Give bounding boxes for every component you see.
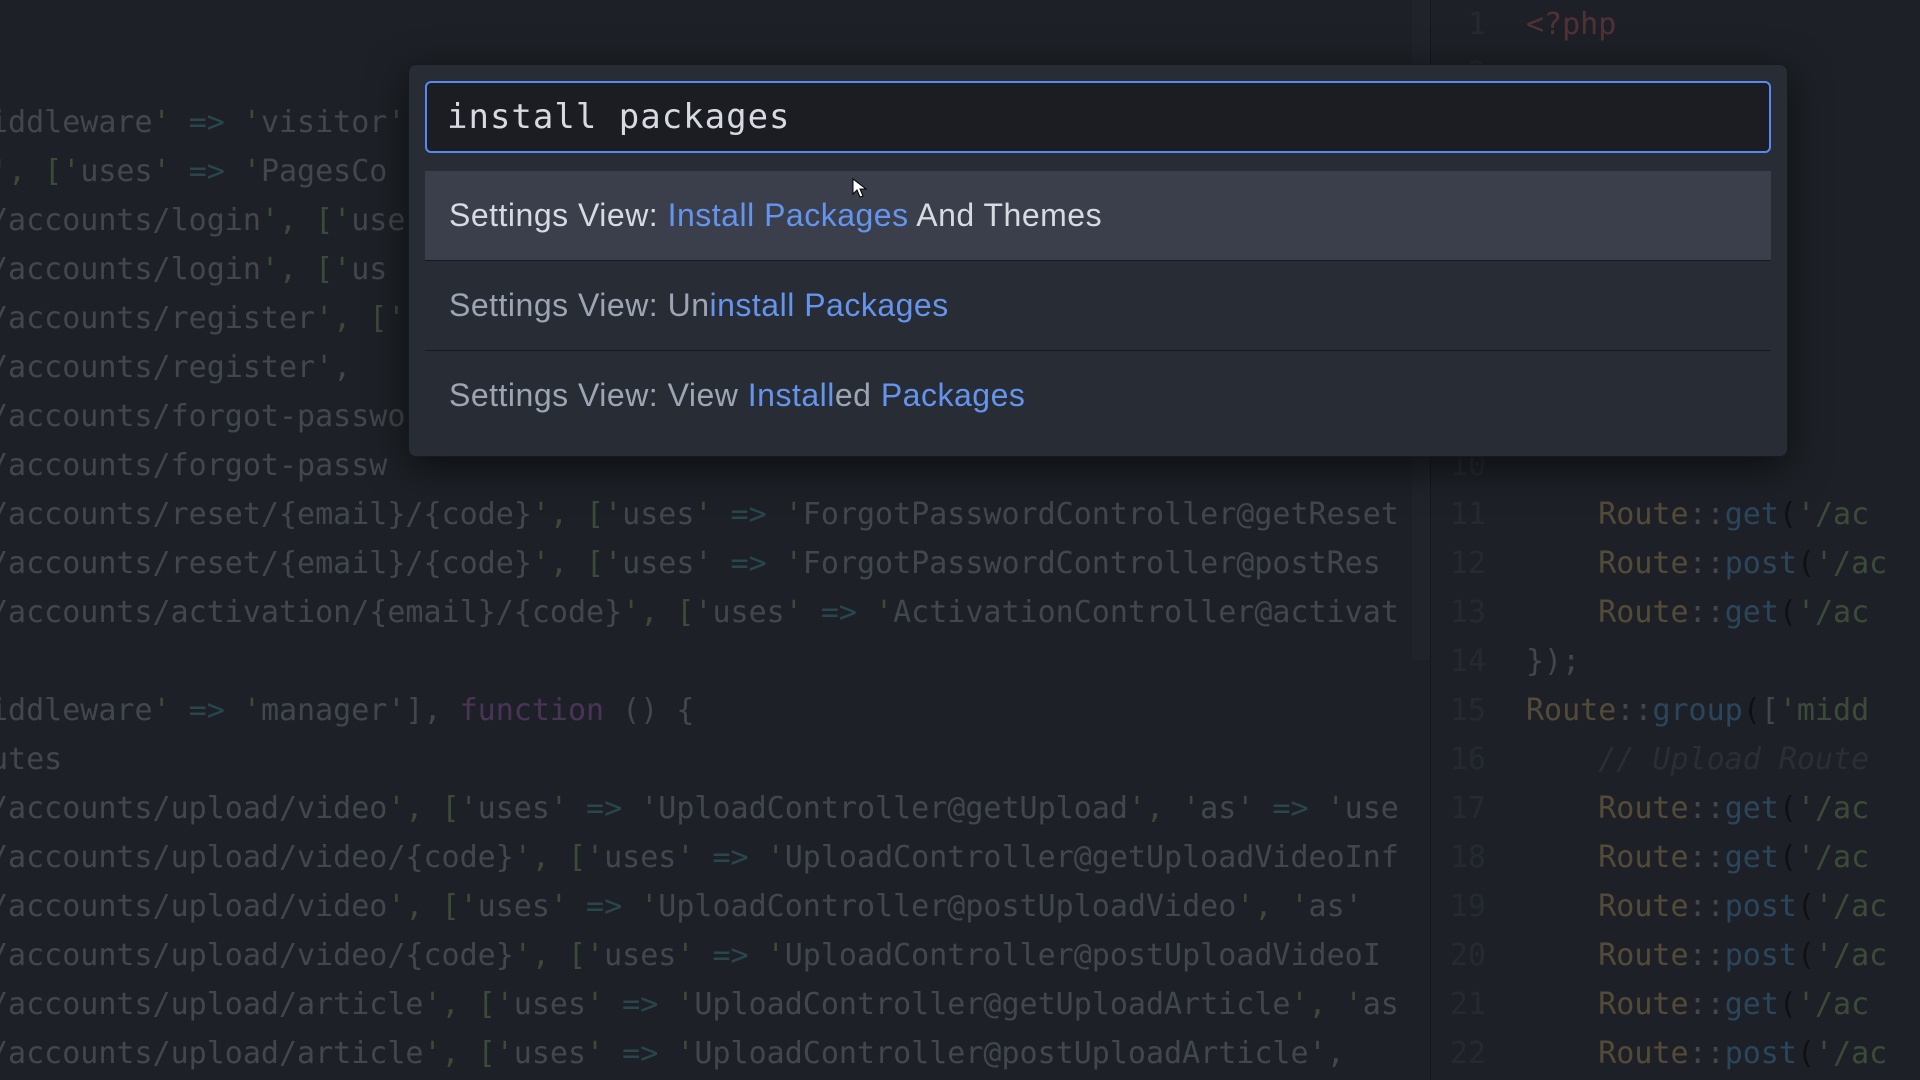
command-prefix: Settings View: bbox=[449, 377, 668, 413]
code-line: // Upload Route bbox=[1526, 735, 1887, 784]
line-number: 1 bbox=[1431, 0, 1486, 49]
line-number: 16 bbox=[1431, 735, 1486, 784]
line-number: 19 bbox=[1431, 882, 1486, 931]
code-line: /accounts/activation/{email}/{code}', ['… bbox=[0, 588, 1399, 637]
command-palette-results: Settings View: Install Packages And Them… bbox=[425, 171, 1771, 440]
code-line: Route::get('/ac bbox=[1526, 784, 1887, 833]
code-line: Route::get('/ac bbox=[1526, 980, 1887, 1029]
code-line: Route::get('/ac bbox=[1526, 490, 1887, 539]
code-line: /accounts/upload/article', ['uses' => 'U… bbox=[0, 980, 1399, 1029]
code-line: /accounts/upload/video', ['uses' => 'Upl… bbox=[0, 882, 1399, 931]
code-line: utes bbox=[0, 735, 1399, 784]
command-palette-item[interactable]: Settings View: View Installed Packages bbox=[425, 351, 1771, 440]
line-number: 17 bbox=[1431, 784, 1486, 833]
line-number: 20 bbox=[1431, 931, 1486, 980]
code-line: /accounts/reset/{email}/{code}', ['uses'… bbox=[0, 539, 1399, 588]
code-line: Route::post('/ac bbox=[1526, 539, 1887, 588]
code-line: Route::post('/ac bbox=[1526, 1029, 1887, 1078]
command-prefix: Settings View: bbox=[449, 287, 668, 323]
code-line: /accounts/upload/video/{code}', ['uses' … bbox=[0, 833, 1399, 882]
line-number: 11 bbox=[1431, 490, 1486, 539]
code-line: Route::post('/ac bbox=[1526, 931, 1887, 980]
code-line: }); bbox=[1526, 637, 1887, 686]
code-line: /accounts/upload/video/{code}', ['uses' … bbox=[0, 931, 1399, 980]
code-line bbox=[0, 0, 1399, 49]
code-line: Route::post('/ac bbox=[1526, 882, 1887, 931]
line-number: 15 bbox=[1431, 686, 1486, 735]
code-line: Route::get('/ac bbox=[1526, 833, 1887, 882]
code-line: /accounts/reset/{email}/{code}', ['uses'… bbox=[0, 490, 1399, 539]
code-line: <?php bbox=[1526, 0, 1887, 49]
command-palette-item[interactable]: Settings View: Uninstall Packages bbox=[425, 261, 1771, 351]
code-line: Route::get('/ac bbox=[1526, 588, 1887, 637]
command-palette-item[interactable]: Settings View: Install Packages And Them… bbox=[425, 171, 1771, 261]
line-number: 13 bbox=[1431, 588, 1486, 637]
code-line: iddleware' => 'manager'], function () { bbox=[0, 686, 1399, 735]
command-prefix: Settings View: bbox=[449, 197, 668, 233]
code-line: /accounts/upload/video', ['uses' => 'Upl… bbox=[0, 784, 1399, 833]
code-line: Route::group(['midd bbox=[1526, 686, 1887, 735]
line-number: 18 bbox=[1431, 833, 1486, 882]
line-number: 21 bbox=[1431, 980, 1486, 1029]
code-line: /accounts/upload/article', ['uses' => 'U… bbox=[0, 1029, 1399, 1078]
command-palette: Settings View: Install Packages And Them… bbox=[408, 64, 1788, 457]
code-line bbox=[0, 637, 1399, 686]
command-palette-input[interactable] bbox=[425, 81, 1771, 153]
line-number: 14 bbox=[1431, 637, 1486, 686]
line-number: 12 bbox=[1431, 539, 1486, 588]
line-number: 22 bbox=[1431, 1029, 1486, 1078]
